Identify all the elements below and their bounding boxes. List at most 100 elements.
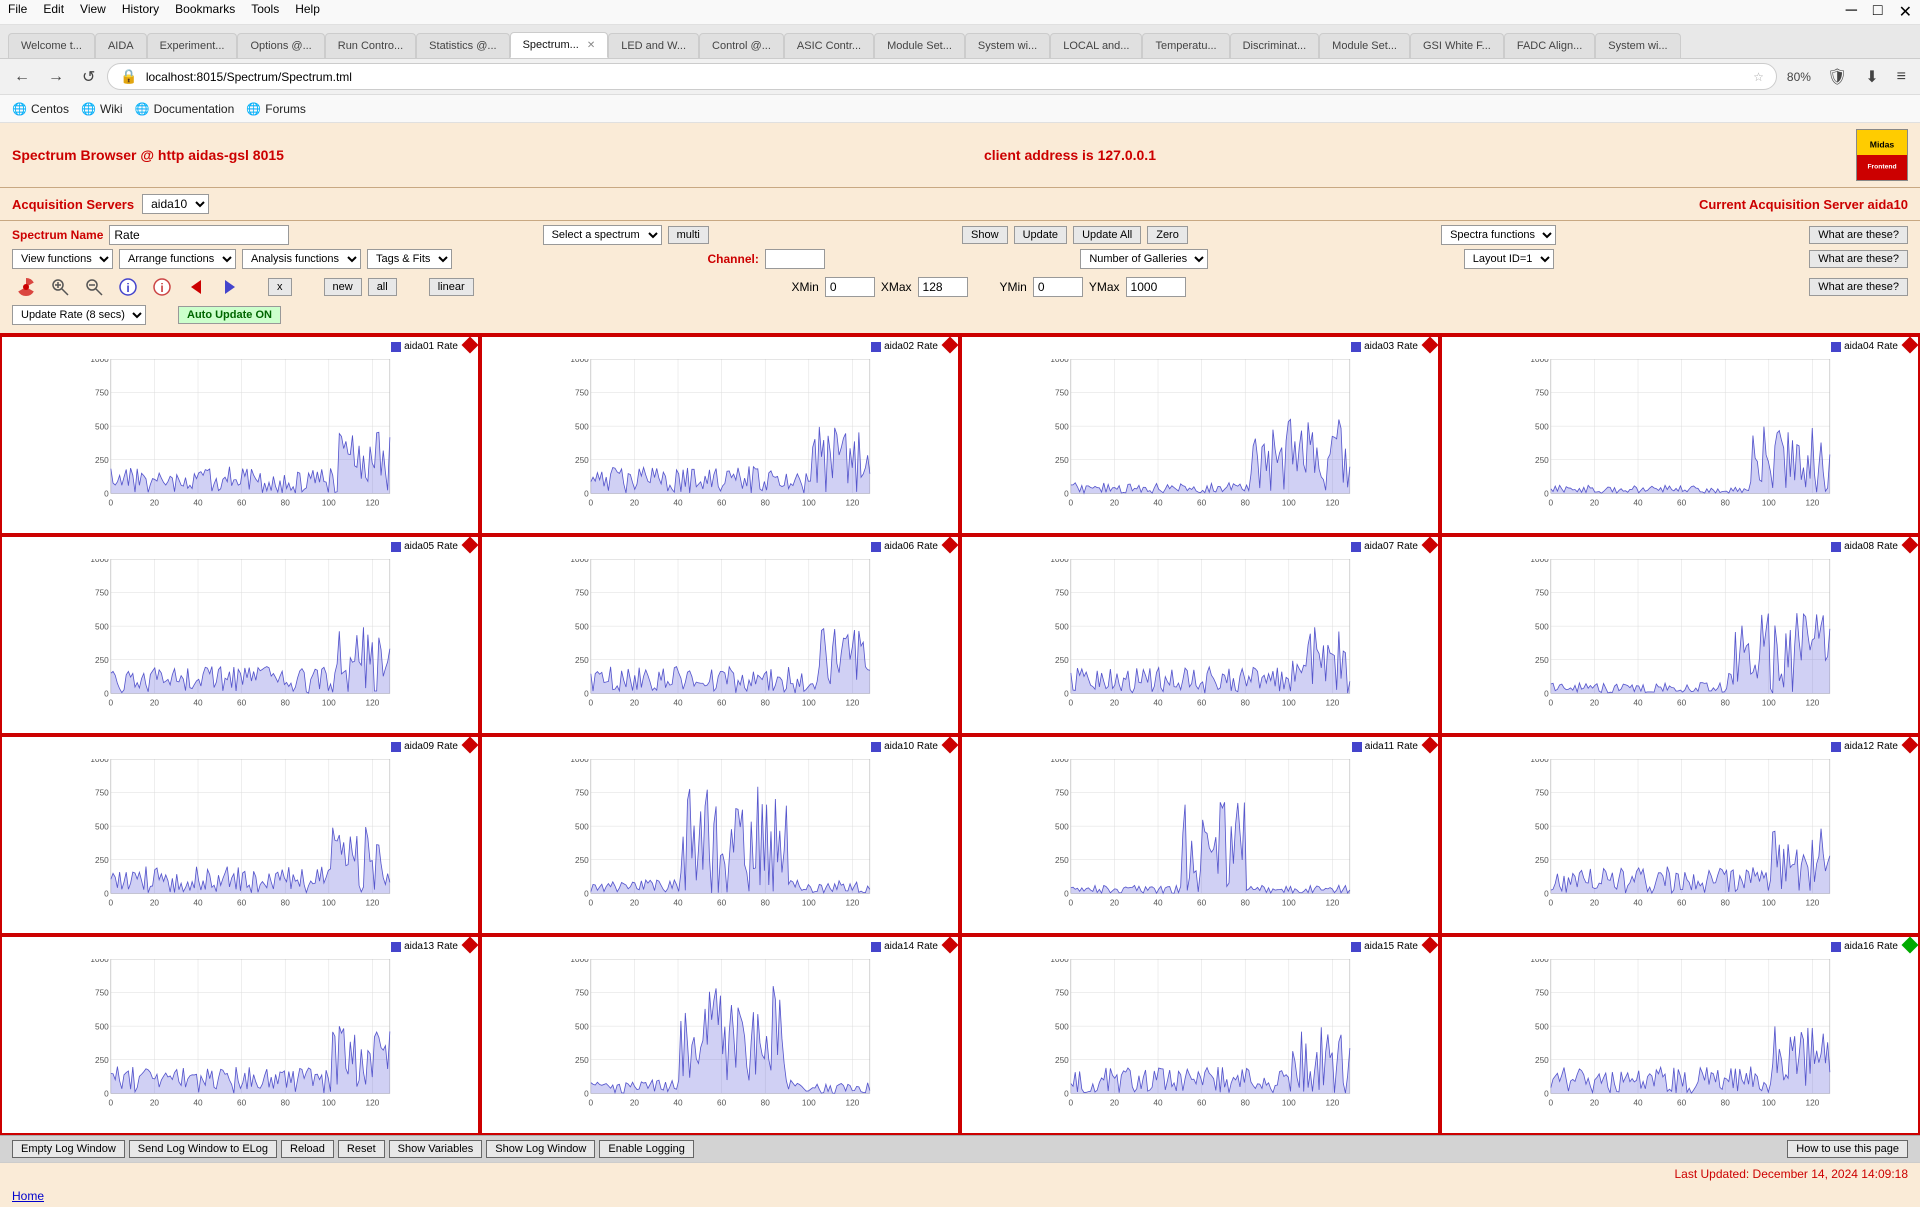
- tab-local[interactable]: LOCAL and...: [1050, 33, 1142, 58]
- tab-fadc[interactable]: FADC Align...: [1504, 33, 1595, 58]
- show-button[interactable]: Show: [962, 226, 1008, 244]
- chart-cell-10[interactable]: aida10 Rate10007505002500020406080100120: [480, 735, 960, 935]
- tab-options[interactable]: Options @...: [237, 33, 324, 58]
- bookmark-documentation[interactable]: 🌐 Documentation: [135, 102, 235, 116]
- ymin-input[interactable]: [1033, 277, 1083, 297]
- menu-icon[interactable]: ≡: [1891, 66, 1912, 88]
- reset-button[interactable]: Reset: [338, 1140, 385, 1158]
- minimize-btn[interactable]: ─: [1846, 2, 1857, 22]
- tab-spectrum[interactable]: Spectrum...✕: [510, 32, 609, 58]
- tab-discrim[interactable]: Discriminat...: [1230, 33, 1320, 58]
- what-are-these-2-button[interactable]: What are these?: [1809, 250, 1908, 268]
- menu-file[interactable]: File: [8, 2, 27, 22]
- select-spectrum-dropdown[interactable]: Select a spectrum: [543, 225, 662, 245]
- tab-run-control[interactable]: Run Contro...: [325, 33, 416, 58]
- maximize-btn[interactable]: □: [1873, 2, 1883, 22]
- home-link[interactable]: Home: [0, 1185, 1920, 1207]
- tab-asic[interactable]: ASIC Contr...: [784, 33, 874, 58]
- arrow-right-icon[interactable]: [216, 273, 244, 301]
- tab-led[interactable]: LED and W...: [608, 33, 699, 58]
- info-circle-icon[interactable]: i: [114, 273, 142, 301]
- url-text[interactable]: localhost:8015/Spectrum/Spectrum.tml: [146, 70, 1745, 84]
- show-variables-button[interactable]: Show Variables: [389, 1140, 483, 1158]
- bookmark-wiki[interactable]: 🌐 Wiki: [81, 102, 123, 116]
- chart-cell-3[interactable]: aida03 Rate10007505002500020406080100120: [960, 335, 1440, 535]
- tab-statistics[interactable]: Statistics @...: [416, 33, 509, 58]
- update-all-button[interactable]: Update All: [1073, 226, 1141, 244]
- auto-update-button[interactable]: Auto Update ON: [178, 306, 281, 324]
- all-button[interactable]: all: [368, 278, 397, 296]
- search-zoom-icon[interactable]: [46, 273, 74, 301]
- tab-experiment[interactable]: Experiment...: [147, 33, 238, 58]
- radiation-icon[interactable]: [12, 273, 40, 301]
- menu-history[interactable]: History: [122, 2, 159, 22]
- shield-icon[interactable]: 🛡: [1821, 65, 1853, 89]
- enable-logging-button[interactable]: Enable Logging: [599, 1140, 693, 1158]
- tab-close-icon[interactable]: ✕: [587, 40, 595, 51]
- chart-cell-14[interactable]: aida14 Rate10007505002500020406080100120: [480, 935, 960, 1135]
- empty-log-button[interactable]: Empty Log Window: [12, 1140, 125, 1158]
- new-button[interactable]: new: [324, 278, 362, 296]
- ymax-input[interactable]: [1126, 277, 1186, 297]
- menu-edit[interactable]: Edit: [43, 2, 64, 22]
- tab-control[interactable]: Control @...: [699, 33, 784, 58]
- number-of-galleries-dropdown[interactable]: Number of Galleries: [1080, 249, 1208, 269]
- menu-help[interactable]: Help: [295, 2, 320, 22]
- x-button[interactable]: x: [268, 278, 292, 296]
- update-button[interactable]: Update: [1014, 226, 1067, 244]
- chart-cell-1[interactable]: aida01 Rate10007505002500020406080100120: [0, 335, 480, 535]
- chart-cell-13[interactable]: aida13 Rate10007505002500020406080100120: [0, 935, 480, 1135]
- chart-cell-4[interactable]: aida04 Rate10007505002500020406080100120: [1440, 335, 1920, 535]
- chart-cell-12[interactable]: aida12 Rate10007505002500020406080100120: [1440, 735, 1920, 935]
- tab-system2[interactable]: System wi...: [1595, 33, 1680, 58]
- download-icon[interactable]: ⬇: [1859, 65, 1884, 89]
- reload-button[interactable]: Reload: [281, 1140, 334, 1158]
- tab-module1[interactable]: Module Set...: [874, 33, 965, 58]
- menu-bookmarks[interactable]: Bookmarks: [175, 2, 235, 22]
- tab-gsi[interactable]: GSI White F...: [1410, 33, 1504, 58]
- channel-input[interactable]: [765, 249, 825, 269]
- what-are-these-1-button[interactable]: What are these?: [1809, 226, 1908, 244]
- bookmark-forums[interactable]: 🌐 Forums: [246, 102, 306, 116]
- forward-button[interactable]: →: [42, 66, 70, 88]
- spectra-functions-dropdown[interactable]: Spectra functions: [1441, 225, 1556, 245]
- menu-view[interactable]: View: [80, 2, 106, 22]
- chart-cell-11[interactable]: aida11 Rate10007505002500020406080100120: [960, 735, 1440, 935]
- chart-cell-2[interactable]: aida02 Rate10007505002500020406080100120: [480, 335, 960, 535]
- tab-temp[interactable]: Temperatu...: [1142, 33, 1229, 58]
- tab-module2[interactable]: Module Set...: [1319, 33, 1410, 58]
- linear-button[interactable]: linear: [429, 278, 474, 296]
- chart-cell-5[interactable]: aida05 Rate10007505002500020406080100120: [0, 535, 480, 735]
- xmin-input[interactable]: [825, 277, 875, 297]
- spectrum-name-input[interactable]: [109, 225, 289, 245]
- menu-tools[interactable]: Tools: [251, 2, 279, 22]
- multi-button[interactable]: multi: [668, 226, 709, 244]
- view-functions-dropdown[interactable]: View functions: [12, 249, 113, 269]
- chart-cell-16[interactable]: aida16 Rate10007505002500020406080100120: [1440, 935, 1920, 1135]
- what-are-these-3-button[interactable]: What are these?: [1809, 278, 1908, 296]
- show-log-window-button[interactable]: Show Log Window: [486, 1140, 595, 1158]
- tags-fits-dropdown[interactable]: Tags & Fits: [367, 249, 452, 269]
- tab-aida[interactable]: AIDA: [95, 33, 147, 58]
- close-btn[interactable]: ✕: [1899, 2, 1912, 22]
- chart-cell-8[interactable]: aida08 Rate10007505002500020406080100120: [1440, 535, 1920, 735]
- info-alt-icon[interactable]: i: [148, 273, 176, 301]
- tab-system1[interactable]: System wi...: [965, 33, 1050, 58]
- xmax-input[interactable]: [918, 277, 968, 297]
- arrow-left-icon[interactable]: [182, 273, 210, 301]
- tab-welcome[interactable]: Welcome t...: [8, 33, 95, 58]
- back-button[interactable]: ←: [8, 66, 36, 88]
- chart-cell-6[interactable]: aida06 Rate10007505002500020406080100120: [480, 535, 960, 735]
- layout-id-dropdown[interactable]: Layout ID=1: [1464, 249, 1554, 269]
- zero-button[interactable]: Zero: [1147, 226, 1188, 244]
- send-log-button[interactable]: Send Log Window to ELog: [129, 1140, 277, 1158]
- how-to-button[interactable]: How to use this page: [1787, 1140, 1908, 1158]
- arrange-functions-dropdown[interactable]: Arrange functions: [119, 249, 236, 269]
- bookmark-centos[interactable]: 🌐 Centos: [12, 102, 69, 116]
- analysis-functions-dropdown[interactable]: Analysis functions: [242, 249, 361, 269]
- acq-server-select[interactable]: aida10: [142, 194, 209, 214]
- zoom-out-icon[interactable]: [80, 273, 108, 301]
- chart-cell-15[interactable]: aida15 Rate10007505002500020406080100120: [960, 935, 1440, 1135]
- chart-cell-7[interactable]: aida07 Rate10007505002500020406080100120: [960, 535, 1440, 735]
- chart-cell-9[interactable]: aida09 Rate10007505002500020406080100120: [0, 735, 480, 935]
